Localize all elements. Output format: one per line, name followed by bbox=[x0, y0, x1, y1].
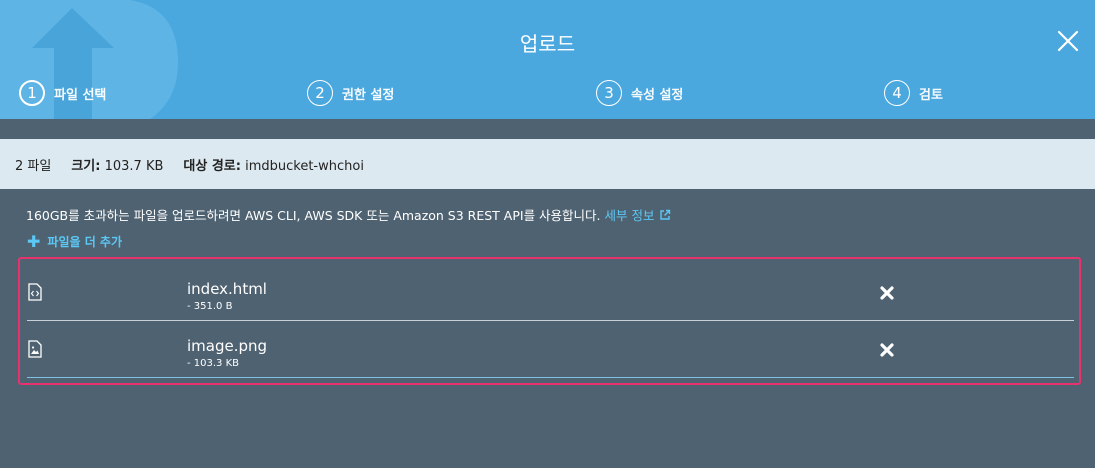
target-label: 대상 경로: bbox=[183, 158, 241, 174]
external-link-icon bbox=[659, 209, 670, 220]
upload-summary-bar: 2 파일 크기: 103.7 KB 대상 경로: imdbucket-whcho… bbox=[0, 139, 1095, 189]
step-label: 권한 설정 bbox=[342, 87, 395, 103]
html-file-icon bbox=[28, 283, 42, 301]
step-number: 4 bbox=[884, 80, 910, 106]
plus-icon: ✚ bbox=[27, 231, 41, 251]
step-number: 2 bbox=[307, 80, 333, 106]
notice-text: 160GB를 초과하는 파일을 업로드하려면 AWS CLI, AWS SDK … bbox=[26, 208, 601, 223]
size-label: 크기: bbox=[71, 158, 101, 174]
step-number: 1 bbox=[19, 80, 45, 106]
details-link-label: 세부 정보 bbox=[604, 208, 655, 223]
file-row: index.html - 351.0 B bbox=[27, 264, 1074, 321]
details-link[interactable]: 세부 정보 bbox=[605, 208, 671, 223]
file-list: index.html - 351.0 B image.png - 103.3 K… bbox=[18, 257, 1081, 385]
step-number: 3 bbox=[596, 80, 622, 106]
step-set-permissions[interactable]: 2 권한 설정 bbox=[307, 80, 394, 106]
step-label: 검토 bbox=[919, 87, 943, 103]
remove-file-icon[interactable] bbox=[878, 341, 896, 359]
large-file-notice: 160GB를 초과하는 파일을 업로드하려면 AWS CLI, AWS SDK … bbox=[26, 205, 671, 224]
dialog-title: 업로드 bbox=[519, 32, 576, 56]
add-more-label: 파일을 더 추가 bbox=[47, 235, 123, 249]
file-row: image.png - 103.3 KB bbox=[27, 321, 1074, 378]
target-path: 대상 경로: imdbucket-whchoi bbox=[183, 155, 364, 174]
step-select-files[interactable]: 1 파일 선택 bbox=[19, 80, 106, 106]
total-size: 크기: 103.7 KB bbox=[71, 155, 163, 174]
step-set-properties[interactable]: 3 속성 설정 bbox=[596, 80, 683, 106]
step-review[interactable]: 4 검토 bbox=[884, 80, 943, 106]
target-value: imdbucket-whchoi bbox=[245, 158, 364, 174]
upload-dialog-header: 업로드 1 파일 선택 2 권한 설정 3 속성 설정 4 검토 bbox=[0, 0, 1095, 119]
size-value: 103.7 KB bbox=[104, 158, 164, 174]
file-name: image.png bbox=[187, 337, 268, 355]
add-more-files-button[interactable]: ✚ 파일을 더 추가 bbox=[27, 233, 122, 250]
step-label: 속성 설정 bbox=[631, 87, 684, 103]
close-icon[interactable] bbox=[1056, 29, 1080, 53]
image-file-icon bbox=[28, 340, 42, 358]
file-name: index.html bbox=[187, 280, 267, 298]
file-count: 2 파일 bbox=[15, 158, 52, 174]
file-size: - 351.0 B bbox=[187, 301, 233, 312]
file-size: - 103.3 KB bbox=[187, 358, 240, 369]
step-label: 파일 선택 bbox=[54, 87, 107, 103]
remove-file-icon[interactable] bbox=[878, 284, 896, 302]
